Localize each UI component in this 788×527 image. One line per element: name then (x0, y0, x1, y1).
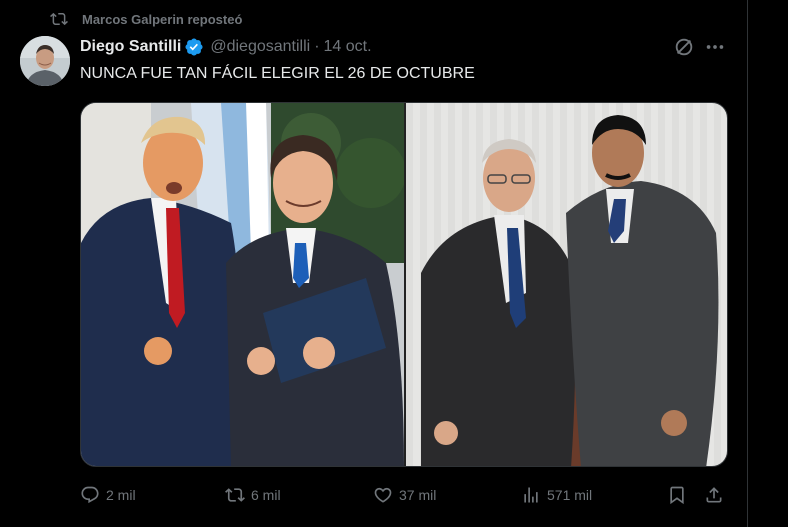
tweet-header: Diego Santilli @diegosantilli · 14 oct. (80, 36, 372, 58)
reply-count: 2 mil (106, 487, 136, 503)
views-button[interactable]: 571 mil (521, 482, 592, 508)
bookmark-button[interactable] (667, 482, 687, 508)
views-chart-icon (524, 487, 538, 503)
bookmark-icon (670, 486, 684, 505)
heart-icon (374, 487, 392, 503)
grok-icon[interactable] (673, 36, 695, 58)
share-icon (706, 487, 722, 503)
like-button[interactable]: 37 mil (373, 482, 436, 508)
photo-right (406, 103, 727, 466)
photo-left (81, 103, 404, 466)
header-separator: · (314, 38, 320, 55)
author-handle[interactable]: @diegosantilli (210, 38, 310, 56)
author-name[interactable]: Diego Santilli (80, 38, 181, 56)
repost-icon (225, 488, 245, 502)
repost-count: 6 mil (251, 487, 281, 503)
reply-icon (81, 486, 99, 504)
share-button[interactable] (704, 482, 724, 508)
reply-button[interactable]: 2 mil (80, 482, 136, 508)
avatar[interactable] (20, 36, 70, 86)
like-count: 37 mil (399, 487, 437, 503)
tweet-media[interactable] (80, 102, 728, 467)
repost-icon (50, 12, 68, 26)
timeline-column-border (747, 0, 748, 527)
repost-text: Marcos Galperin reposteó (82, 11, 243, 27)
views-count: 571 mil (547, 487, 593, 503)
verified-badge-icon (185, 38, 203, 56)
tweet-date[interactable]: 14 oct. (324, 38, 372, 56)
more-options-icon[interactable] (704, 36, 726, 58)
repost-context[interactable]: Marcos Galperin reposteó (50, 10, 242, 28)
repost-button[interactable]: 6 mil (225, 482, 281, 508)
tweet-actions: 2 mil 6 mil 37 mil 571 mil (80, 482, 728, 508)
tweet-text: NUNCA FUE TAN FÁCIL ELEGIR EL 26 DE OCTU… (80, 65, 475, 82)
